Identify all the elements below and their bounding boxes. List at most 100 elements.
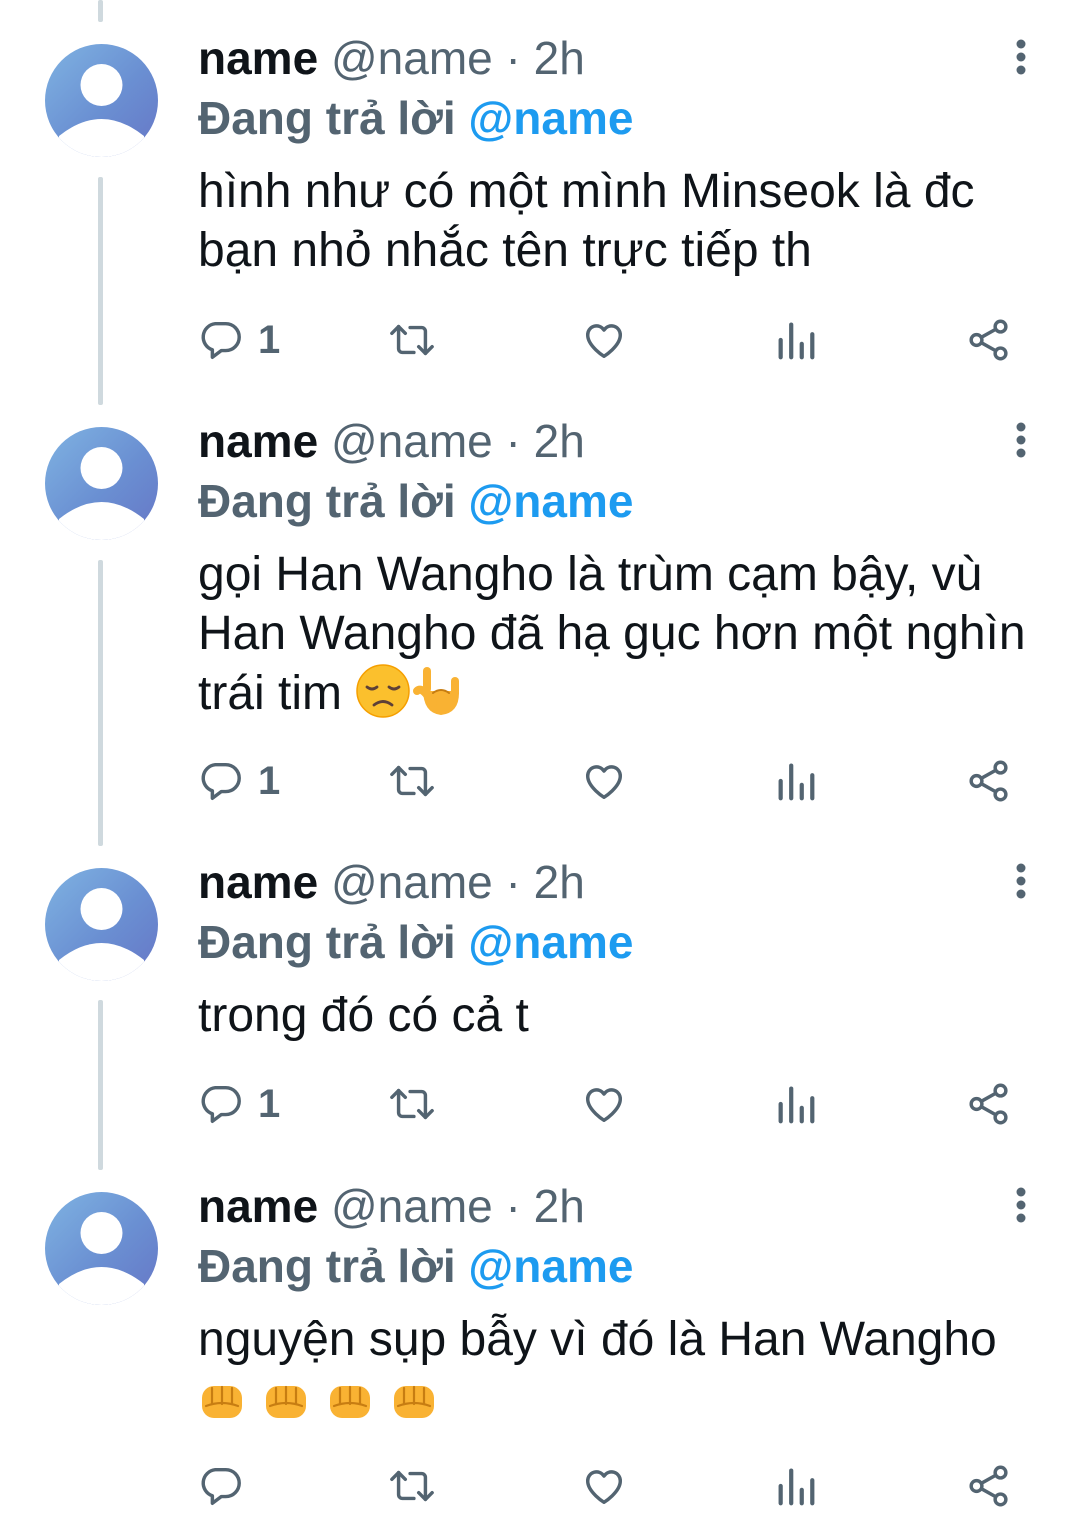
replying-to: Đang trả lời @name: [198, 88, 633, 148]
retweet-button[interactable]: [386, 751, 438, 811]
reply-icon: [201, 762, 241, 800]
share-button[interactable]: [966, 310, 1012, 370]
oncoming-fist-emoji: [390, 1378, 438, 1438]
timestamp[interactable]: 2h: [534, 856, 585, 908]
analytics-icon: [778, 763, 815, 801]
tweet-text-content: hình như có một mình Minseok là đc bạn n…: [198, 165, 975, 277]
retweet-icon: [390, 1470, 434, 1502]
separator: ·: [505, 32, 521, 84]
share-button[interactable]: [966, 751, 1012, 811]
timestamp[interactable]: 2h: [534, 415, 585, 467]
retweet-icon: [390, 324, 434, 356]
tweet-actions: 1: [0, 310, 1080, 370]
share-button[interactable]: [966, 1456, 1012, 1516]
analytics-icon: [778, 322, 815, 360]
tweet-text: nguyện sụp bẫy vì đó là Han Wangho: [198, 1310, 1048, 1438]
tweet-actions: [0, 1456, 1080, 1516]
more-options-button[interactable]: [1006, 32, 1036, 82]
user-handle[interactable]: @name: [331, 32, 493, 84]
views-button[interactable]: [774, 310, 818, 370]
reply-icon: [201, 321, 241, 359]
share-icon: [969, 319, 1008, 361]
love-you-gesture-emoji: [413, 663, 469, 733]
reply-mention-link[interactable]: @name: [468, 92, 633, 144]
disappointed-face-emoji: [355, 663, 411, 733]
replying-to: Đang trả lời @name: [198, 912, 633, 972]
tweet-header: name @name · 2h: [198, 852, 585, 912]
avatar[interactable]: [45, 868, 158, 981]
user-handle[interactable]: @name: [331, 856, 493, 908]
like-button[interactable]: [581, 310, 627, 370]
heart-icon: [585, 1470, 623, 1505]
more-vertical-icon: [1016, 39, 1026, 75]
reply-count: 1: [258, 1081, 281, 1126]
display-name[interactable]: name: [198, 32, 318, 84]
thread-line: [98, 177, 103, 405]
avatar[interactable]: [45, 1192, 158, 1305]
reply-count: 1: [258, 317, 281, 362]
tweet-thread: name @name · 2h Đang trả lời @name hình …: [0, 0, 1080, 1521]
retweet-button[interactable]: [386, 1456, 438, 1516]
timestamp[interactable]: 2h: [534, 1180, 585, 1232]
like-button[interactable]: [581, 1456, 627, 1516]
reply-button[interactable]: 1: [198, 310, 280, 370]
separator: ·: [505, 856, 521, 908]
reply-mention-link[interactable]: @name: [468, 475, 633, 527]
separator: ·: [505, 415, 521, 467]
more-options-button[interactable]: [1006, 856, 1036, 906]
oncoming-fist-emoji: [326, 1378, 374, 1438]
more-vertical-icon: [1016, 863, 1026, 899]
display-name[interactable]: name: [198, 415, 318, 467]
share-icon: [969, 1083, 1008, 1125]
default-user-icon: [59, 888, 144, 981]
more-vertical-icon: [1016, 422, 1026, 458]
tweet-actions: 1: [0, 1074, 1080, 1134]
more-options-button[interactable]: [1006, 415, 1036, 465]
oncoming-fist-emoji: [262, 1378, 310, 1438]
display-name[interactable]: name: [198, 1180, 318, 1232]
user-handle[interactable]: @name: [331, 1180, 493, 1232]
heart-icon: [585, 1088, 623, 1123]
tweet-actions: 1: [0, 751, 1080, 811]
like-button[interactable]: [581, 751, 627, 811]
reply-button[interactable]: [198, 1456, 258, 1516]
tweet-text-content: nguyện sụp bẫy vì đó là Han Wangho: [198, 1313, 997, 1366]
display-name[interactable]: name: [198, 856, 318, 908]
tweet-text-content: gọi Han Wangho là trùm cạm bậy, vù Han W…: [198, 548, 1026, 720]
views-button[interactable]: [774, 1456, 818, 1516]
like-button[interactable]: [581, 1074, 627, 1134]
separator: ·: [505, 1180, 521, 1232]
more-options-button[interactable]: [1006, 1180, 1036, 1230]
retweet-icon: [390, 1088, 434, 1120]
default-user-icon: [59, 447, 144, 540]
reply-button[interactable]: 1: [198, 1074, 280, 1134]
retweet-button[interactable]: [386, 310, 438, 370]
timestamp[interactable]: 2h: [534, 32, 585, 84]
avatar[interactable]: [45, 427, 158, 540]
heart-icon: [585, 324, 623, 359]
reply-icon: [201, 1467, 241, 1505]
tweet-header: name @name · 2h: [198, 411, 585, 471]
share-icon: [969, 1465, 1008, 1507]
avatar[interactable]: [45, 44, 158, 157]
reply-mention-link[interactable]: @name: [468, 916, 633, 968]
share-button[interactable]: [966, 1074, 1012, 1134]
tweet-text-content: trong đó có cả t: [198, 989, 529, 1042]
thread-line: [98, 0, 103, 22]
retweet-icon: [390, 765, 434, 797]
views-button[interactable]: [774, 751, 818, 811]
replying-to: Đang trả lời @name: [198, 1236, 633, 1296]
default-user-icon: [59, 1212, 144, 1305]
user-handle[interactable]: @name: [331, 415, 493, 467]
tweet-header: name @name · 2h: [198, 28, 585, 88]
reply-button[interactable]: 1: [198, 751, 280, 811]
tweet-header: name @name · 2h: [198, 1176, 585, 1236]
replying-to-label: Đang trả lời: [198, 475, 456, 527]
views-button[interactable]: [774, 1074, 818, 1134]
tweet-text: trong đó có cả t: [198, 986, 1048, 1045]
replying-to-label: Đang trả lời: [198, 92, 456, 144]
reply-mention-link[interactable]: @name: [468, 1240, 633, 1292]
retweet-button[interactable]: [386, 1074, 438, 1134]
analytics-icon: [778, 1086, 815, 1124]
more-vertical-icon: [1016, 1187, 1026, 1223]
